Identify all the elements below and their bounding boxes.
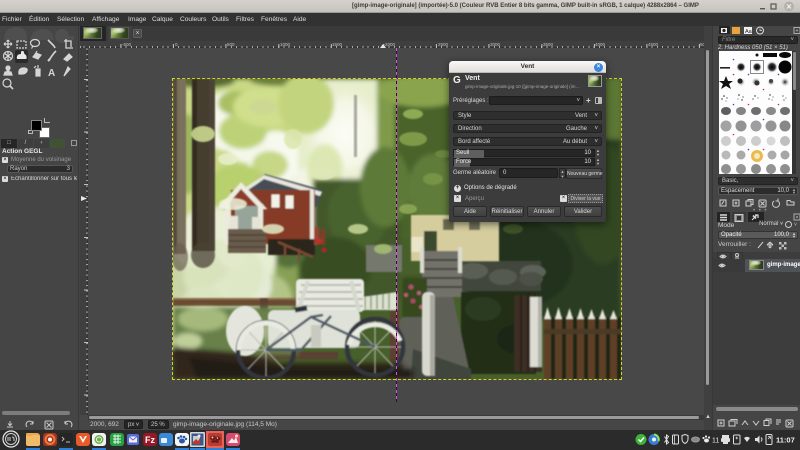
svg-text:11:07: 11:07 bbox=[776, 436, 795, 445]
svg-text:11: 11 bbox=[712, 438, 719, 445]
svg-text:2500: 2500 bbox=[438, 42, 449, 47]
svg-text:3500: 3500 bbox=[543, 42, 554, 47]
svg-text:Fz: Fz bbox=[145, 435, 155, 445]
svg-text:4500: 4500 bbox=[648, 42, 659, 47]
svg-text:1000: 1000 bbox=[280, 42, 291, 47]
svg-text:4000: 4000 bbox=[595, 42, 606, 47]
svg-text:500: 500 bbox=[227, 42, 235, 47]
svg-text:3000: 3000 bbox=[490, 42, 501, 47]
svg-text:1500: 1500 bbox=[332, 42, 343, 47]
svg-text:Aa: Aa bbox=[745, 29, 753, 35]
svg-text:A: A bbox=[48, 68, 55, 79]
svg-text:0: 0 bbox=[175, 42, 178, 47]
svg-text:2000: 2000 bbox=[385, 42, 396, 47]
svg-text:-500: -500 bbox=[122, 42, 132, 47]
